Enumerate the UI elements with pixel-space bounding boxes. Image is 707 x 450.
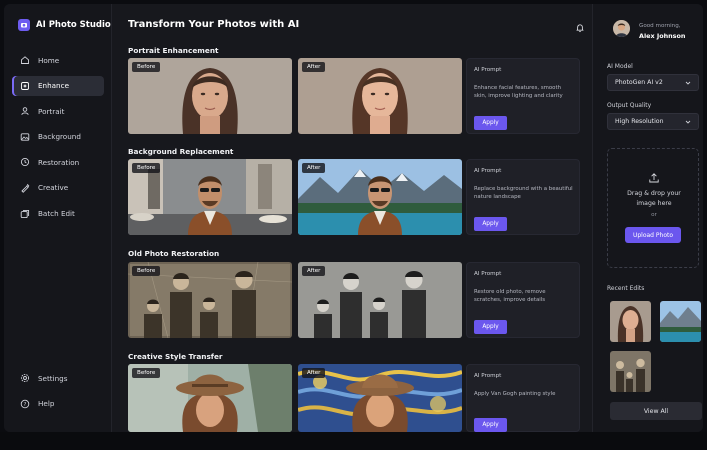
notification-bell-icon[interactable] bbox=[575, 23, 585, 33]
sidebar-item-label: Background bbox=[38, 132, 81, 142]
quality-label: Output Quality bbox=[607, 102, 652, 109]
prompt-text[interactable]: Restore old photo, remove scratches, imp… bbox=[474, 288, 574, 304]
before-tag: Before bbox=[132, 266, 161, 276]
quality-select[interactable]: High Resolution bbox=[607, 113, 699, 130]
prompt-card: AI Prompt Apply Van Gogh painting style … bbox=[466, 364, 580, 432]
upload-instructions: Drag & drop your image here bbox=[608, 189, 700, 208]
help-icon: ? bbox=[20, 399, 30, 409]
main-nav: Home Enhance Portrait Background Restora… bbox=[12, 50, 104, 229]
prompt-label: AI Prompt bbox=[474, 168, 502, 174]
model-select-value: PhotoGen AI v2 bbox=[615, 79, 663, 86]
recent-edit-thumbnail[interactable] bbox=[610, 351, 651, 392]
restore-icon bbox=[20, 157, 30, 167]
before-image[interactable]: Before bbox=[128, 262, 292, 338]
after-image[interactable]: After bbox=[298, 159, 462, 235]
after-tag: After bbox=[302, 62, 326, 72]
upload-text-line-2: image here bbox=[636, 199, 672, 207]
chevron-down-icon bbox=[685, 80, 691, 88]
home-icon bbox=[20, 55, 30, 65]
apply-button[interactable]: Apply bbox=[474, 320, 507, 334]
recent-edit-thumbnail[interactable] bbox=[610, 301, 651, 342]
before-tag: Before bbox=[132, 62, 161, 72]
after-image[interactable]: After bbox=[298, 58, 462, 134]
section-title: Old Photo Restoration bbox=[128, 249, 220, 258]
main-content: Transform Your Photos with AI Portrait E… bbox=[112, 4, 590, 432]
avatar[interactable] bbox=[613, 20, 630, 37]
palette-icon bbox=[20, 183, 30, 193]
after-tag: After bbox=[302, 163, 326, 173]
quality-select-value: High Resolution bbox=[615, 118, 664, 125]
sidebar: AI Photo Studio Home Enhance Portrait Ba… bbox=[4, 4, 112, 432]
app-logo[interactable]: AI Photo Studio bbox=[18, 19, 111, 31]
prompt-card: AI Prompt Replace background with a beau… bbox=[466, 159, 580, 235]
prompt-label: AI Prompt bbox=[474, 373, 502, 379]
sidebar-item-label: Portrait bbox=[38, 106, 65, 116]
prompt-card: AI Prompt Restore old photo, remove scra… bbox=[466, 262, 580, 338]
upload-icon bbox=[648, 172, 660, 186]
before-tag: Before bbox=[132, 368, 161, 378]
upload-photo-button[interactable]: Upload Photo bbox=[625, 227, 681, 243]
section-title: Portrait Enhancement bbox=[128, 46, 219, 55]
model-label: AI Model bbox=[607, 63, 633, 70]
background-icon bbox=[20, 132, 30, 142]
before-tag: Before bbox=[132, 163, 161, 173]
chevron-down-icon bbox=[685, 119, 691, 127]
gear-icon bbox=[20, 373, 30, 383]
right-panel: Good morning, Alex Johnson AI Model Phot… bbox=[592, 4, 703, 432]
batch-icon bbox=[20, 209, 30, 219]
sidebar-item-settings[interactable]: Settings bbox=[12, 368, 104, 388]
camera-logo-icon bbox=[18, 19, 30, 31]
model-select[interactable]: PhotoGen AI v2 bbox=[607, 74, 699, 91]
upload-dropzone[interactable]: Drag & drop your image here or Upload Ph… bbox=[607, 148, 699, 268]
prompt-text[interactable]: Apply Van Gogh painting style bbox=[474, 390, 574, 398]
sidebar-item-help[interactable]: ? Help bbox=[12, 394, 104, 414]
after-tag: After bbox=[302, 368, 326, 378]
before-image[interactable]: Before bbox=[128, 58, 292, 134]
sidebar-footer: Settings ? Help bbox=[12, 368, 104, 419]
sidebar-item-label: Enhance bbox=[38, 81, 69, 91]
sidebar-item-home[interactable]: Home bbox=[12, 50, 104, 70]
after-image[interactable]: After bbox=[298, 364, 462, 432]
sidebar-item-label: Batch Edit bbox=[38, 209, 75, 219]
prompt-text[interactable]: Enhance facial features, smooth skin, im… bbox=[474, 84, 574, 100]
portrait-icon bbox=[20, 106, 30, 116]
sidebar-item-label: Settings bbox=[38, 373, 68, 383]
before-image[interactable]: Before bbox=[128, 159, 292, 235]
sidebar-item-label: Creative bbox=[38, 183, 69, 193]
sidebar-item-label: Help bbox=[38, 399, 55, 409]
app-window: AI Photo Studio Home Enhance Portrait Ba… bbox=[4, 4, 703, 432]
recent-edit-thumbnail[interactable] bbox=[660, 301, 701, 342]
sidebar-item-restoration[interactable]: Restoration bbox=[12, 152, 104, 172]
sidebar-item-label: Home bbox=[38, 55, 60, 65]
page-title: Transform Your Photos with AI bbox=[128, 19, 300, 30]
sidebar-item-creative[interactable]: Creative bbox=[12, 178, 104, 198]
sidebar-item-batch-edit[interactable]: Batch Edit bbox=[12, 204, 104, 224]
view-all-button[interactable]: View All bbox=[610, 402, 702, 420]
prompt-card: AI Prompt Enhance facial features, smoot… bbox=[466, 58, 580, 134]
prompt-label: AI Prompt bbox=[474, 67, 502, 73]
app-title: AI Photo Studio bbox=[36, 20, 111, 30]
sparkle-icon bbox=[20, 81, 30, 91]
upload-or: or bbox=[651, 212, 657, 218]
before-image[interactable]: Before bbox=[128, 364, 292, 432]
greeting-text: Good morning, bbox=[639, 23, 681, 29]
recent-edits-label: Recent Edits bbox=[607, 285, 645, 292]
sidebar-item-portrait[interactable]: Portrait bbox=[12, 101, 104, 121]
user-name: Alex Johnson bbox=[639, 32, 686, 40]
upload-text-line-1: Drag & drop your bbox=[627, 190, 681, 197]
bottom-bezel bbox=[0, 432, 707, 450]
svg-text:?: ? bbox=[24, 402, 27, 408]
after-tag: After bbox=[302, 266, 326, 276]
apply-button[interactable]: Apply bbox=[474, 418, 507, 432]
sidebar-item-label: Restoration bbox=[38, 157, 80, 167]
sidebar-item-background[interactable]: Background bbox=[12, 127, 104, 147]
after-image[interactable]: After bbox=[298, 262, 462, 338]
prompt-label: AI Prompt bbox=[474, 271, 502, 277]
sidebar-item-enhance[interactable]: Enhance bbox=[12, 75, 104, 96]
section-title: Background Replacement bbox=[128, 147, 234, 156]
section-title: Creative Style Transfer bbox=[128, 352, 223, 361]
prompt-text[interactable]: Replace background with a beautiful natu… bbox=[474, 185, 574, 201]
apply-button[interactable]: Apply bbox=[474, 217, 507, 231]
apply-button[interactable]: Apply bbox=[474, 116, 507, 130]
